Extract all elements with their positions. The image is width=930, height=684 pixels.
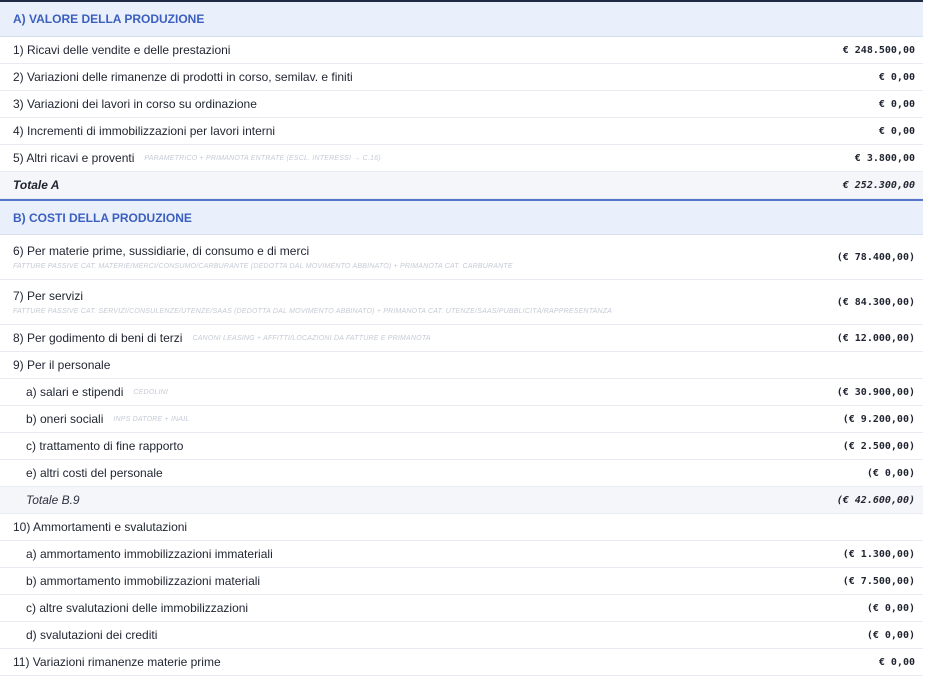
row-value: (€ 30.900,00): [836, 386, 915, 398]
total-row-a: Totale A € 252.300,00: [0, 172, 923, 199]
table-row: 1) Ricavi delle vendite e delle prestazi…: [0, 37, 923, 64]
subtotal-label: Totale B.9: [26, 493, 80, 507]
row-label: c) trattamento di fine rapporto: [26, 439, 184, 453]
row-value: (€ 7.500,00): [842, 575, 915, 587]
row-label-group: 5) Altri ricavi e proventi PARAMETRICO +…: [13, 151, 381, 165]
row-value: (€ 84.300,00): [836, 296, 915, 308]
table-row: a) ammortamento immobilizzazioni immater…: [0, 541, 923, 568]
row-value: (€ 2.500,00): [842, 440, 915, 452]
table-row: 4) Incrementi di immobilizzazioni per la…: [0, 118, 923, 145]
row-label: e) altri costi del personale: [26, 466, 163, 480]
row-value: € 248.500,00: [842, 44, 915, 56]
row-hint: CANONI LEASING + AFFITTI/LOCAZIONI DA FA…: [192, 334, 431, 342]
row-note: FATTURE PASSIVE CAT. SERVIZI/CONSULENZE/…: [13, 308, 613, 315]
table-row: b) oneri sociali INPS DATORE + INAIL (€ …: [0, 406, 923, 433]
row-value: € 0,00: [878, 71, 915, 83]
income-statement-table: A) VALORE DELLA PRODUZIONE 1) Ricavi del…: [0, 0, 923, 676]
row-label: 1) Ricavi delle vendite e delle prestazi…: [13, 43, 231, 57]
row-label-group: 7) Per servizi FATTURE PASSIVE CAT. SERV…: [13, 289, 612, 315]
row-label: b) oneri sociali: [26, 412, 104, 426]
table-row: 2) Variazioni delle rimanenze di prodott…: [0, 64, 923, 91]
row-label: 4) Incrementi di immobilizzazioni per la…: [13, 124, 276, 138]
row-note: FATTURE PASSIVE CAT. MATERIE/MERCI/CONSU…: [13, 263, 513, 270]
row-label: 5) Altri ricavi e proventi: [13, 151, 135, 165]
total-label: Totale A: [13, 178, 60, 192]
table-row: 9) Per il personale: [0, 352, 923, 379]
row-label: c) altre svalutazioni delle immobilizzaz…: [26, 601, 249, 615]
row-label-group: 8) Per godimento di beni di terzi CANONI…: [13, 331, 431, 345]
section-header-b: B) COSTI DELLA PRODUZIONE: [0, 199, 923, 235]
row-label: b) ammortamento immobilizzazioni materia…: [26, 574, 261, 588]
row-label: 3) Variazioni dei lavori in corso su ord…: [13, 97, 257, 111]
table-row: 3) Variazioni dei lavori in corso su ord…: [0, 91, 923, 118]
subtotal-value: (€ 42.600,00): [836, 494, 915, 506]
table-row: c) altre svalutazioni delle immobilizzaz…: [0, 595, 923, 622]
row-label: 8) Per godimento di beni di terzi: [13, 331, 183, 345]
section-title-b: B) COSTI DELLA PRODUZIONE: [13, 210, 192, 225]
row-value: (€ 0,00): [866, 467, 915, 479]
row-value: € 3.800,00: [854, 152, 915, 164]
row-value: (€ 78.400,00): [836, 251, 915, 263]
row-hint: CEDOLINI: [133, 388, 169, 396]
table-row: 10) Ammortamenti e svalutazioni: [0, 514, 923, 541]
row-label-group: 6) Per materie prime, sussidiarie, di co…: [13, 244, 513, 270]
row-label: a) salari e stipendi: [26, 385, 124, 399]
table-row: d) svalutazioni dei crediti (€ 0,00): [0, 622, 923, 649]
row-value: (€ 1.300,00): [842, 548, 915, 560]
row-label: 2) Variazioni delle rimanenze di prodott…: [13, 70, 353, 84]
row-value: € 0,00: [878, 125, 915, 137]
row-label: 10) Ammortamenti e svalutazioni: [13, 520, 188, 534]
row-label: 7) Per servizi: [13, 289, 84, 303]
row-label: 11) Variazioni rimanenze materie prime: [13, 655, 221, 669]
row-value: € 0,00: [878, 656, 915, 668]
row-value: € 0,00: [878, 98, 915, 110]
section-header-a: A) VALORE DELLA PRODUZIONE: [0, 2, 923, 37]
row-hint: PARAMETRICO + PRIMANOTA ENTRATE (ESCL. I…: [144, 154, 381, 162]
table-row: 6) Per materie prime, sussidiarie, di co…: [0, 235, 923, 280]
row-value: (€ 9.200,00): [842, 413, 915, 425]
table-row: a) salari e stipendi CEDOLINI (€ 30.900,…: [0, 379, 923, 406]
table-row: e) altri costi del personale (€ 0,00): [0, 460, 923, 487]
table-row: 8) Per godimento di beni di terzi CANONI…: [0, 325, 923, 352]
row-label: d) svalutazioni dei crediti: [26, 628, 158, 642]
row-label-group: a) salari e stipendi CEDOLINI: [26, 385, 168, 399]
row-label-group: b) oneri sociali INPS DATORE + INAIL: [26, 412, 189, 426]
table-row: 5) Altri ricavi e proventi PARAMETRICO +…: [0, 145, 923, 172]
row-value: (€ 12.000,00): [836, 332, 915, 344]
subtotal-row-b9: Totale B.9 (€ 42.600,00): [0, 487, 923, 514]
table-row: b) ammortamento immobilizzazioni materia…: [0, 568, 923, 595]
row-value: (€ 0,00): [866, 629, 915, 641]
row-label: 6) Per materie prime, sussidiarie, di co…: [13, 244, 310, 258]
table-row: 7) Per servizi FATTURE PASSIVE CAT. SERV…: [0, 280, 923, 325]
row-value: (€ 0,00): [866, 602, 915, 614]
table-row: c) trattamento di fine rapporto (€ 2.500…: [0, 433, 923, 460]
total-value: € 252.300,00: [842, 179, 915, 191]
row-label: a) ammortamento immobilizzazioni immater…: [26, 547, 273, 561]
row-hint: INPS DATORE + INAIL: [113, 415, 190, 423]
table-row: 11) Variazioni rimanenze materie prime €…: [0, 649, 923, 676]
row-label: 9) Per il personale: [13, 358, 111, 372]
section-title-a: A) VALORE DELLA PRODUZIONE: [13, 12, 205, 26]
